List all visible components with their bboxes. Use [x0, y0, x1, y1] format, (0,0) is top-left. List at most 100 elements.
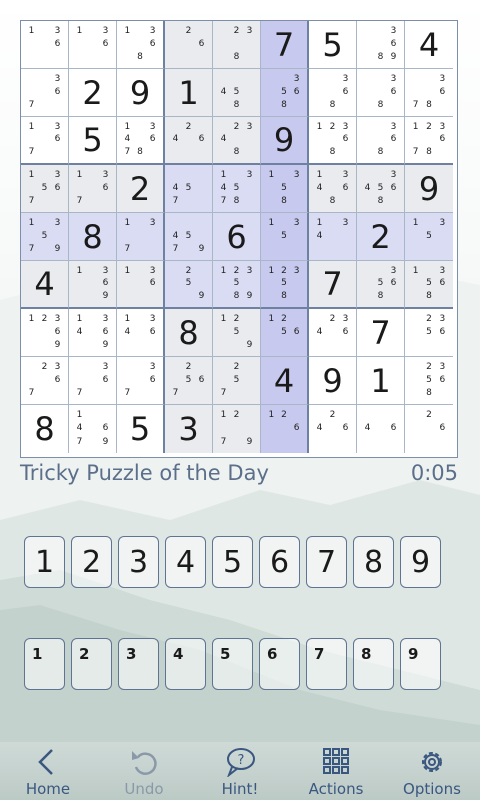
- sudoku-cell[interactable]: 1 356 7: [21, 165, 69, 213]
- sudoku-cell[interactable]: 46: [357, 405, 405, 453]
- sudoku-cell[interactable]: 6: [213, 213, 261, 261]
- sudoku-cell[interactable]: 9: [309, 357, 357, 405]
- sudoku-cell[interactable]: 7: [309, 261, 357, 309]
- sudoku-cell[interactable]: 5: [69, 117, 117, 165]
- sudoku-cell[interactable]: 1 3568: [405, 261, 453, 309]
- sudoku-cell[interactable]: 3 68: [357, 117, 405, 165]
- sudoku-cell[interactable]: 12 7 9: [213, 405, 261, 453]
- sudoku-cell[interactable]: 12 59: [213, 309, 261, 357]
- sudoku-cell[interactable]: 4: [21, 261, 69, 309]
- sudoku-cell[interactable]: 24 6: [165, 117, 213, 165]
- sudoku-cell[interactable]: 26: [165, 21, 213, 69]
- sudoku-cell[interactable]: 2 59: [165, 261, 213, 309]
- digit-key[interactable]: 5: [212, 536, 253, 588]
- sudoku-cell[interactable]: 23568: [405, 357, 453, 405]
- sudoku-cell[interactable]: 23 48: [213, 117, 261, 165]
- sudoku-cell[interactable]: 1 3 4 68: [309, 165, 357, 213]
- sudoku-cell[interactable]: 1 3 6 7: [21, 117, 69, 165]
- sudoku-cell[interactable]: 4: [261, 357, 309, 405]
- options-button[interactable]: Options: [387, 743, 477, 799]
- sudoku-cell[interactable]: 1 35: [261, 213, 309, 261]
- sudoku-cell[interactable]: 3 6 7: [117, 357, 165, 405]
- sudoku-cell[interactable]: 12 56: [261, 309, 309, 357]
- sudoku-cell[interactable]: 8: [69, 213, 117, 261]
- sudoku-cell[interactable]: 26: [405, 405, 453, 453]
- sudoku-cell[interactable]: 1 3 6: [21, 21, 69, 69]
- sudoku-cell[interactable]: 3568: [261, 69, 309, 117]
- sudoku-cell[interactable]: 3568: [357, 261, 405, 309]
- digit-key[interactable]: 1: [24, 536, 65, 588]
- sudoku-cell[interactable]: 9: [117, 69, 165, 117]
- sudoku-cell[interactable]: 9: [405, 165, 453, 213]
- sudoku-cell[interactable]: 457 9: [165, 213, 213, 261]
- note-key[interactable]: 1: [24, 638, 65, 690]
- sudoku-cell[interactable]: 1 3 7: [117, 213, 165, 261]
- note-key[interactable]: 2: [71, 638, 112, 690]
- sudoku-cell[interactable]: 24 6: [309, 405, 357, 453]
- sudoku-cell[interactable]: 1 3 68: [117, 21, 165, 69]
- sudoku-cell[interactable]: 3 68: [357, 69, 405, 117]
- sudoku-cell[interactable]: 1 3 6 9: [69, 261, 117, 309]
- hint-button[interactable]: ? Hint!: [195, 743, 285, 799]
- sudoku-cell[interactable]: 9: [261, 117, 309, 165]
- sudoku-cell[interactable]: 3 4568: [357, 165, 405, 213]
- sudoku-cell[interactable]: 126: [261, 405, 309, 453]
- sudoku-cell[interactable]: 1: [357, 357, 405, 405]
- sudoku-cell[interactable]: 123 68: [309, 117, 357, 165]
- sudoku-cell[interactable]: 2356: [405, 309, 453, 357]
- digit-key[interactable]: 8: [353, 536, 394, 588]
- note-key[interactable]: 4: [165, 638, 206, 690]
- sudoku-cell[interactable]: 1 3 6 7: [69, 165, 117, 213]
- digit-key[interactable]: 4: [165, 536, 206, 588]
- note-key[interactable]: 3: [118, 638, 159, 690]
- sudoku-cell[interactable]: 8: [21, 405, 69, 453]
- sudoku-cell[interactable]: 3 68: [309, 69, 357, 117]
- sudoku-cell[interactable]: 1235 8: [261, 261, 309, 309]
- digit-key[interactable]: 2: [71, 536, 112, 588]
- sudoku-cell[interactable]: 1 3 4 6: [117, 309, 165, 357]
- sudoku-cell[interactable]: 1 357 9: [21, 213, 69, 261]
- digit-key[interactable]: 9: [400, 536, 441, 588]
- sudoku-cell[interactable]: 1 3 4: [309, 213, 357, 261]
- note-key[interactable]: 5: [212, 638, 253, 690]
- sudoku-cell[interactable]: 1 3 6: [69, 21, 117, 69]
- sudoku-cell[interactable]: 1: [165, 69, 213, 117]
- note-key[interactable]: 7: [306, 638, 347, 690]
- sudoku-cell[interactable]: 1 3 4 6 9: [69, 309, 117, 357]
- sudoku-cell[interactable]: 45 8: [213, 69, 261, 117]
- undo-button[interactable]: Undo: [99, 743, 189, 799]
- note-key[interactable]: 9: [400, 638, 441, 690]
- sudoku-cell[interactable]: 7: [261, 21, 309, 69]
- sudoku-cell[interactable]: 1 35: [405, 213, 453, 261]
- sudoku-cell[interactable]: 1 3 4 6 78: [117, 117, 165, 165]
- note-key[interactable]: 8: [353, 638, 394, 690]
- sudoku-cell[interactable]: 3 6 7: [69, 357, 117, 405]
- sudoku-cell[interactable]: 3 6 7: [21, 69, 69, 117]
- sudoku-cell[interactable]: 5: [309, 21, 357, 69]
- sudoku-cell[interactable]: 123 6 78: [405, 117, 453, 165]
- sudoku-cell[interactable]: 23 4 6: [309, 309, 357, 357]
- digit-key[interactable]: 3: [118, 536, 159, 588]
- home-button[interactable]: Home: [3, 743, 93, 799]
- sudoku-cell[interactable]: 23 8: [213, 21, 261, 69]
- sudoku-cell[interactable]: 457: [165, 165, 213, 213]
- sudoku-cell[interactable]: 1 3 4578: [213, 165, 261, 213]
- sudoku-cell[interactable]: 2: [117, 165, 165, 213]
- sudoku-cell[interactable]: 2: [357, 213, 405, 261]
- sudoku-cell[interactable]: 123 6 9: [21, 309, 69, 357]
- sudoku-cell[interactable]: 7: [357, 309, 405, 357]
- note-key[interactable]: 6: [259, 638, 300, 690]
- sudoku-cell[interactable]: 8: [165, 309, 213, 357]
- sudoku-cell[interactable]: 1235 89: [213, 261, 261, 309]
- sudoku-cell[interactable]: 2 56 7: [165, 357, 213, 405]
- sudoku-cell[interactable]: 3 689: [357, 21, 405, 69]
- sudoku-cell[interactable]: 1 3 6: [117, 261, 165, 309]
- sudoku-cell[interactable]: 3: [165, 405, 213, 453]
- sudoku-cell[interactable]: 2 57: [213, 357, 261, 405]
- sudoku-cell[interactable]: 4: [405, 21, 453, 69]
- sudoku-cell[interactable]: 1 4 6 7 9: [69, 405, 117, 453]
- sudoku-cell[interactable]: 5: [117, 405, 165, 453]
- sudoku-cell[interactable]: 23 6 7: [21, 357, 69, 405]
- sudoku-cell[interactable]: 3 6 78: [405, 69, 453, 117]
- sudoku-cell[interactable]: 2: [69, 69, 117, 117]
